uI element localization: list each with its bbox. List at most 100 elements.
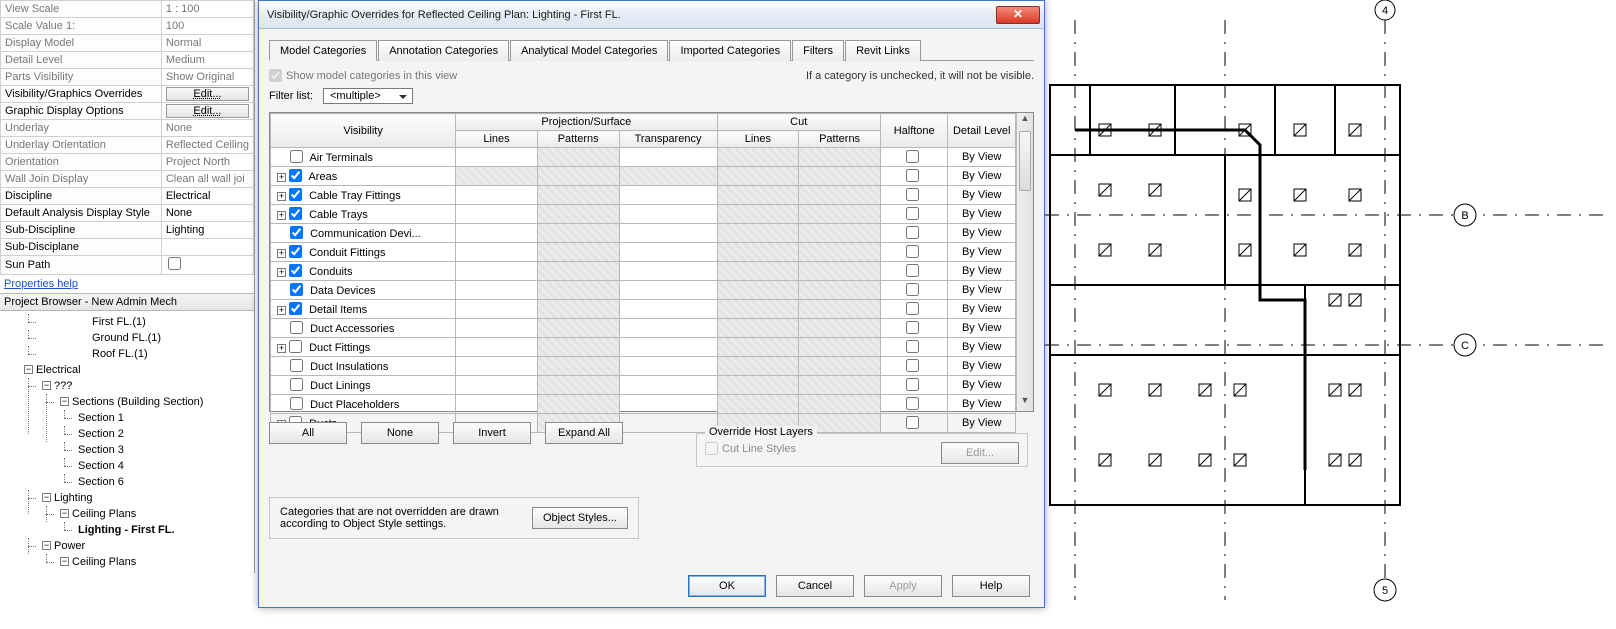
expand-icon[interactable]: + [277, 344, 286, 353]
prop-value[interactable]: Edit... [161, 103, 253, 120]
table-row[interactable]: + Duct FittingsBy View [271, 338, 1016, 357]
prop-value[interactable]: None [161, 120, 253, 137]
override-cell[interactable] [799, 205, 881, 224]
halftone-checkbox[interactable] [906, 226, 919, 239]
override-cell[interactable] [456, 224, 538, 243]
tree-lighting[interactable]: Lighting [54, 492, 93, 504]
scroll-up-icon[interactable]: ▲ [1017, 113, 1033, 129]
override-cell[interactable] [456, 167, 538, 186]
detail-level[interactable]: By View [948, 414, 1016, 433]
prop-value[interactable]: Show Original [161, 69, 253, 86]
drawing-canvas[interactable]: 4 B C 5 [1045, 0, 1616, 629]
halftone-checkbox[interactable] [906, 321, 919, 334]
category-checkbox[interactable] [290, 283, 303, 296]
override-cell[interactable] [799, 167, 881, 186]
invert-button[interactable]: Invert [453, 422, 531, 444]
expand-all-button[interactable]: Expand All [545, 422, 623, 444]
tree-item[interactable]: Section 3 [74, 442, 254, 458]
override-cell[interactable] [717, 395, 799, 414]
none-button[interactable]: None [361, 422, 439, 444]
prop-value[interactable]: Lighting [161, 222, 253, 239]
prop-value[interactable]: Medium [161, 52, 253, 69]
prop-edit-button[interactable]: Edit... [166, 104, 249, 118]
override-cell[interactable] [456, 300, 538, 319]
help-button[interactable]: Help [952, 575, 1030, 597]
override-cell[interactable] [619, 205, 717, 224]
halftone-checkbox[interactable] [906, 264, 919, 277]
detail-level[interactable]: By View [948, 262, 1016, 281]
override-cell[interactable] [537, 243, 619, 262]
category-checkbox[interactable] [289, 169, 302, 182]
override-cell[interactable] [799, 376, 881, 395]
override-cell[interactable] [799, 224, 881, 243]
table-scrollbar[interactable]: ▲ ▼ [1016, 113, 1033, 411]
override-cell[interactable] [456, 338, 538, 357]
override-cell[interactable] [717, 224, 799, 243]
category-checkbox[interactable] [290, 150, 303, 163]
tree-item[interactable]: Section 4 [74, 458, 254, 474]
detail-level[interactable]: By View [948, 357, 1016, 376]
override-cell[interactable] [619, 338, 717, 357]
override-cell[interactable] [799, 395, 881, 414]
tab-analytical-model-categories[interactable]: Analytical Model Categories [510, 40, 668, 61]
detail-level[interactable]: By View [948, 205, 1016, 224]
prop-value[interactable]: Electrical [161, 188, 253, 205]
override-cell[interactable] [619, 376, 717, 395]
tree-power[interactable]: Power [54, 540, 85, 552]
category-checkbox[interactable] [290, 359, 303, 372]
override-cell[interactable] [717, 167, 799, 186]
expand-icon[interactable]: + [277, 268, 286, 277]
halftone-checkbox[interactable] [906, 188, 919, 201]
override-cell[interactable] [456, 357, 538, 376]
override-cell[interactable] [619, 224, 717, 243]
table-row[interactable]: Data DevicesBy View [271, 281, 1016, 300]
scroll-down-icon[interactable]: ▼ [1017, 395, 1033, 411]
project-browser-tree[interactable]: First FL.(1)Ground FL.(1)Roof FL.(1) −El… [0, 311, 254, 573]
tree-sections[interactable]: Sections (Building Section) [72, 396, 203, 408]
category-checkbox[interactable] [289, 340, 302, 353]
detail-level[interactable]: By View [948, 281, 1016, 300]
category-checkbox[interactable] [289, 207, 302, 220]
tree-item[interactable]: Section 2 [74, 426, 254, 442]
override-cell[interactable] [619, 319, 717, 338]
override-cell[interactable] [717, 186, 799, 205]
expand-icon[interactable]: − [42, 541, 51, 550]
table-row[interactable]: Duct InsulationsBy View [271, 357, 1016, 376]
prop-value[interactable]: Normal [161, 35, 253, 52]
cancel-button[interactable]: Cancel [776, 575, 854, 597]
prop-value[interactable]: Project North [161, 154, 253, 171]
override-cell[interactable] [619, 148, 717, 167]
override-cell[interactable] [456, 205, 538, 224]
tab-revit-links[interactable]: Revit Links [845, 40, 921, 61]
table-row[interactable]: + Cable TraysBy View [271, 205, 1016, 224]
ok-button[interactable]: OK [688, 575, 766, 597]
table-row[interactable]: + Conduit FittingsBy View [271, 243, 1016, 262]
tree-item[interactable]: Roof FL.(1) [38, 346, 254, 362]
override-cell[interactable] [537, 357, 619, 376]
override-cell[interactable] [799, 186, 881, 205]
tree-ceiling-plans-2[interactable]: Ceiling Plans [72, 556, 136, 568]
halftone-checkbox[interactable] [906, 340, 919, 353]
override-cell[interactable] [717, 338, 799, 357]
expand-icon[interactable]: + [277, 249, 286, 258]
tree-current-view[interactable]: Lighting - First FL. [78, 524, 175, 536]
tab-imported-categories[interactable]: Imported Categories [669, 40, 791, 61]
detail-level[interactable]: By View [948, 243, 1016, 262]
category-checkbox[interactable] [290, 397, 303, 410]
detail-level[interactable]: By View [948, 224, 1016, 243]
tree-item[interactable]: Ground FL.(1) [38, 330, 254, 346]
override-cell[interactable] [799, 281, 881, 300]
override-cell[interactable] [537, 281, 619, 300]
override-cell[interactable] [456, 319, 538, 338]
detail-level[interactable]: By View [948, 186, 1016, 205]
halftone-checkbox[interactable] [906, 283, 919, 296]
override-cell[interactable] [619, 243, 717, 262]
table-row[interactable]: + ConduitsBy View [271, 262, 1016, 281]
override-cell[interactable] [456, 395, 538, 414]
filter-list-select[interactable]: <multiple> [323, 88, 413, 104]
tree-electrical[interactable]: Electrical [36, 364, 81, 376]
properties-help-link[interactable]: Properties help [0, 275, 254, 293]
expand-icon[interactable]: − [60, 509, 69, 518]
override-cell[interactable] [717, 262, 799, 281]
override-cell[interactable] [537, 376, 619, 395]
